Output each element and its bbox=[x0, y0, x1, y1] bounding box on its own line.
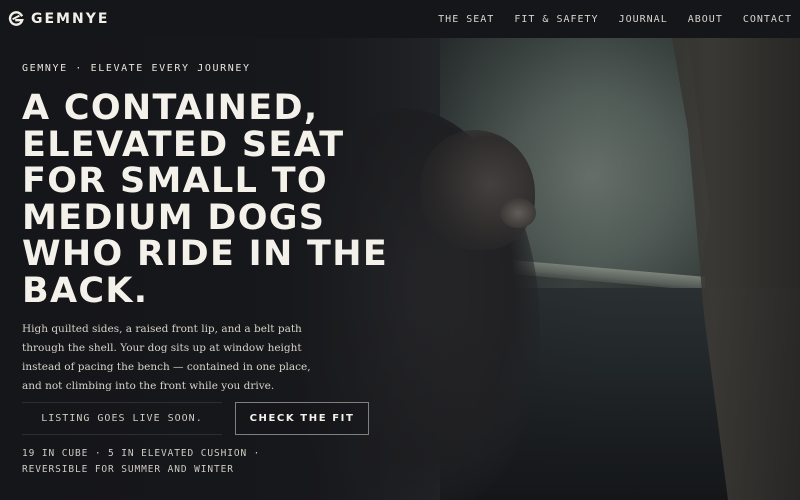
specs-line-1: 19 IN CUBE · 5 IN ELEVATED CUSHION · bbox=[22, 448, 261, 459]
hero-eyebrow: GEMNYE · ELEVATE EVERY JOURNEY bbox=[22, 63, 251, 74]
brand-name: GEMNYE bbox=[31, 11, 110, 27]
nav-item-about[interactable]: ABOUT bbox=[688, 14, 723, 25]
hero-headline: A CONTAINED, ELEVATED SEAT FOR SMALL TO … bbox=[22, 88, 389, 311]
top-nav: GEMNYE THE SEAT FIT & SAFETY JOURNAL ABO… bbox=[0, 0, 800, 38]
hero-body: High quilted sides, a raised front lip, … bbox=[22, 323, 311, 392]
nav-item-journal[interactable]: JOURNAL bbox=[619, 14, 668, 25]
nav-item-fit-safety[interactable]: FIT & SAFETY bbox=[514, 14, 598, 25]
nav-item-the-seat[interactable]: THE SEAT bbox=[438, 14, 494, 25]
g-mark-icon bbox=[8, 11, 24, 26]
specs-line-2: REVERSIBLE FOR SUMMER AND WINTER bbox=[22, 464, 234, 475]
check-the-fit-button[interactable]: CHECK THE FIT bbox=[235, 402, 369, 435]
main-nav: THE SEAT FIT & SAFETY JOURNAL ABOUT CONT… bbox=[438, 14, 792, 25]
nav-item-contact[interactable]: CONTACT bbox=[743, 14, 792, 25]
product-specs: 19 IN CUBE · 5 IN ELEVATED CUSHION · REV… bbox=[22, 446, 282, 478]
listing-notice: LISTING GOES LIVE SOON. bbox=[22, 402, 222, 435]
brand-logo[interactable]: GEMNYE bbox=[8, 11, 109, 27]
